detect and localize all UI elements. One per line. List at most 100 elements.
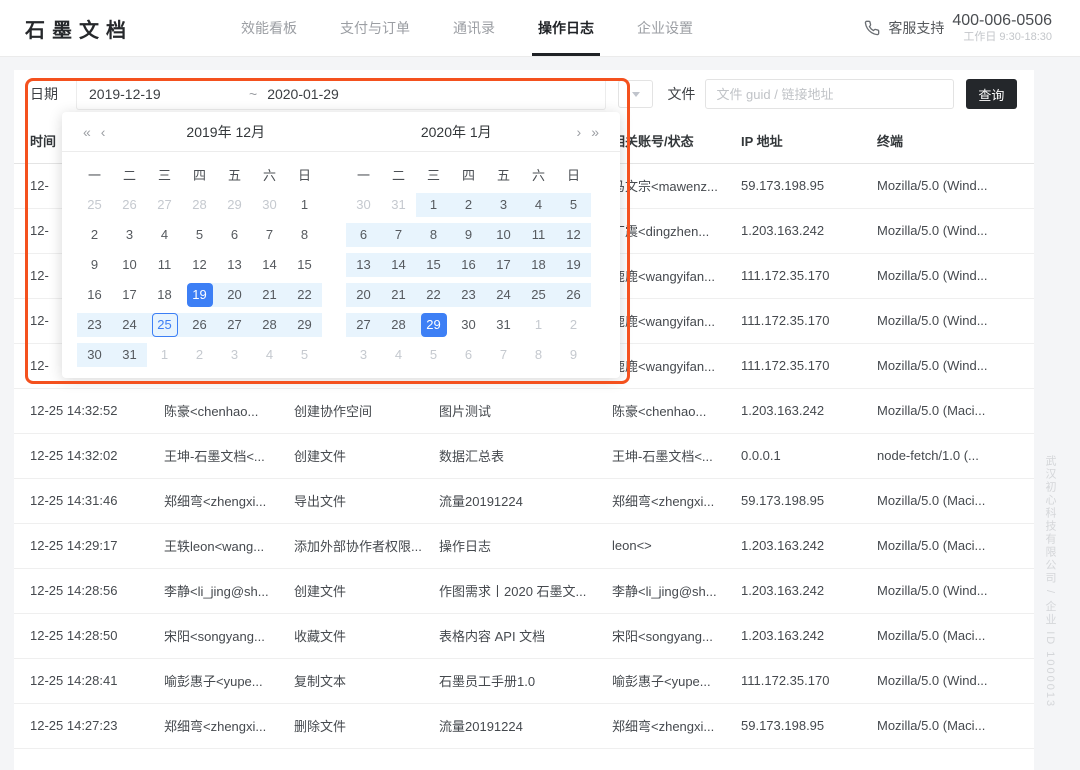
next-year-icon[interactable]: »: [586, 124, 604, 140]
calendar-day[interactable]: 18: [521, 250, 556, 280]
calendar-day[interactable]: 26: [112, 190, 147, 220]
calendar-day[interactable]: 13: [217, 250, 252, 280]
calendar-day[interactable]: 30: [346, 190, 381, 220]
calendar-day[interactable]: 15: [287, 250, 322, 280]
calendar-day[interactable]: 14: [381, 250, 416, 280]
calendar-day[interactable]: 26: [556, 280, 591, 310]
calendar-day[interactable]: 10: [486, 220, 521, 250]
calendar-day[interactable]: 27: [217, 310, 252, 340]
calendar-day[interactable]: 29: [287, 310, 322, 340]
calendar-day[interactable]: 2: [182, 340, 217, 370]
calendar-day[interactable]: 14: [252, 250, 287, 280]
calendar-day[interactable]: 18: [147, 280, 182, 310]
calendar-day[interactable]: 21: [252, 280, 287, 310]
calendar-day[interactable]: 19: [556, 250, 591, 280]
calendar-day[interactable]: 16: [77, 280, 112, 310]
calendar-day[interactable]: 1: [147, 340, 182, 370]
calendar-day[interactable]: 2: [77, 220, 112, 250]
calendar-day[interactable]: 2: [556, 310, 591, 340]
calendar-day[interactable]: 10: [112, 250, 147, 280]
calendar-day[interactable]: 15: [416, 250, 451, 280]
calendar-day[interactable]: 9: [77, 250, 112, 280]
nav-item-link[interactable]: 效能看板: [241, 0, 297, 56]
calendar-day[interactable]: 21: [381, 280, 416, 310]
calendar-day[interactable]: 28: [381, 310, 416, 340]
calendar-day[interactable]: 20: [217, 280, 252, 310]
calendar-day[interactable]: 20: [346, 280, 381, 310]
date-range-input[interactable]: 2019-12-19 ~ 2020-01-29: [76, 78, 606, 110]
calendar-day[interactable]: 25: [147, 310, 182, 340]
calendar-day[interactable]: 29: [416, 310, 451, 340]
next-month-icon[interactable]: ›: [572, 124, 587, 140]
calendar-day[interactable]: 25: [521, 280, 556, 310]
calendar-day[interactable]: 25: [77, 190, 112, 220]
calendar-day[interactable]: 9: [556, 340, 591, 370]
calendar-day[interactable]: 23: [77, 310, 112, 340]
calendar-day[interactable]: 5: [556, 190, 591, 220]
calendar-day[interactable]: 3: [217, 340, 252, 370]
calendar-day[interactable]: 31: [486, 310, 521, 340]
calendar-day[interactable]: 22: [287, 280, 322, 310]
table-cell: Mozilla/5.0 (Wind...: [877, 208, 1034, 253]
calendar-day[interactable]: 19: [182, 280, 217, 310]
calendar-day[interactable]: 22: [416, 280, 451, 310]
calendar-day[interactable]: 2: [451, 190, 486, 220]
calendar-day[interactable]: 4: [147, 220, 182, 250]
calendar-day[interactable]: 31: [112, 340, 147, 370]
calendar-day[interactable]: 8: [416, 220, 451, 250]
calendar-day[interactable]: 16: [451, 250, 486, 280]
calendar-day[interactable]: 30: [451, 310, 486, 340]
calendar-day[interactable]: 5: [287, 340, 322, 370]
calendar-day[interactable]: 1: [416, 190, 451, 220]
calendar-day[interactable]: 5: [416, 340, 451, 370]
calendar-day[interactable]: 26: [182, 310, 217, 340]
calendar-day[interactable]: 5: [182, 220, 217, 250]
calendar-day[interactable]: 8: [521, 340, 556, 370]
calendar-day[interactable]: 27: [346, 310, 381, 340]
calendar-day[interactable]: 3: [486, 190, 521, 220]
calendar-day[interactable]: 23: [451, 280, 486, 310]
calendar-day[interactable]: 3: [346, 340, 381, 370]
calendar-day[interactable]: 11: [147, 250, 182, 280]
calendar-day[interactable]: 29: [217, 190, 252, 220]
calendar-day[interactable]: 6: [346, 220, 381, 250]
calendar-day[interactable]: 24: [486, 280, 521, 310]
query-button[interactable]: 查询: [966, 79, 1017, 109]
calendar-day[interactable]: 17: [486, 250, 521, 280]
calendar-day[interactable]: 7: [486, 340, 521, 370]
calendar-day[interactable]: 24: [112, 310, 147, 340]
calendar-day[interactable]: 28: [252, 310, 287, 340]
calendar-day[interactable]: 4: [252, 340, 287, 370]
calendar-day[interactable]: 11: [521, 220, 556, 250]
calendar-day[interactable]: 6: [217, 220, 252, 250]
calendar-day[interactable]: 17: [112, 280, 147, 310]
calendar-day[interactable]: 7: [252, 220, 287, 250]
nav-item-link[interactable]: 企业设置: [637, 0, 693, 56]
calendar-day[interactable]: 27: [147, 190, 182, 220]
date-range-start-value[interactable]: 2019-12-19: [89, 86, 249, 102]
nav-item-link[interactable]: 支付与订单: [340, 0, 410, 56]
prev-year-icon[interactable]: «: [78, 124, 96, 140]
calendar-day[interactable]: 7: [381, 220, 416, 250]
prev-month-icon[interactable]: ‹: [96, 124, 111, 140]
calendar-day[interactable]: 1: [521, 310, 556, 340]
calendar-day[interactable]: 4: [521, 190, 556, 220]
calendar-day[interactable]: 12: [182, 250, 217, 280]
date-range-end-value[interactable]: 2020-01-29: [267, 86, 339, 102]
calendar-day[interactable]: 6: [451, 340, 486, 370]
nav-item-link[interactable]: 通讯录: [453, 0, 495, 56]
calendar-day[interactable]: 4: [381, 340, 416, 370]
date-preset-select[interactable]: [618, 80, 653, 108]
calendar-day[interactable]: 9: [451, 220, 486, 250]
nav-item-active[interactable]: 操作日志: [538, 0, 594, 56]
calendar-day[interactable]: 30: [77, 340, 112, 370]
calendar-day[interactable]: 28: [182, 190, 217, 220]
file-guid-input[interactable]: [705, 79, 953, 109]
calendar-day[interactable]: 1: [287, 190, 322, 220]
calendar-day[interactable]: 8: [287, 220, 322, 250]
calendar-day[interactable]: 13: [346, 250, 381, 280]
calendar-day[interactable]: 30: [252, 190, 287, 220]
calendar-day[interactable]: 12: [556, 220, 591, 250]
calendar-day[interactable]: 31: [381, 190, 416, 220]
calendar-day[interactable]: 3: [112, 220, 147, 250]
